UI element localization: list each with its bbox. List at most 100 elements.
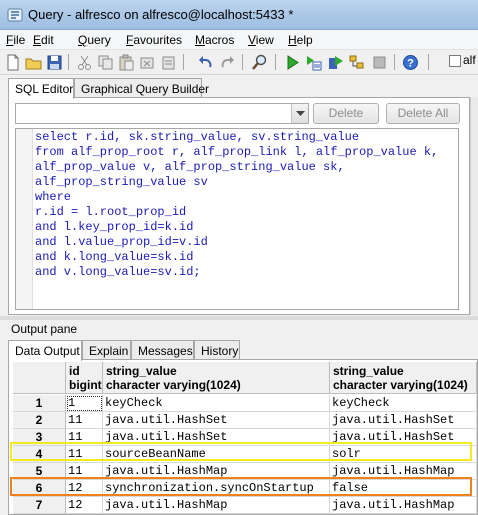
sql-line: and l.key_prop_id=k.id	[35, 220, 194, 234]
cell-value[interactable]: java.util.HashMap	[330, 497, 477, 514]
row-number[interactable]: 6	[13, 480, 66, 497]
cell-id[interactable]: 11	[66, 463, 103, 480]
cell-value[interactable]: java.util.HashSet	[330, 412, 477, 429]
cell-key[interactable]: sourceBeanName	[103, 446, 330, 463]
table-row[interactable]: 5 11 java.util.HashMap java.util.HashMap	[13, 463, 477, 480]
sql-editor-panel: Delete Delete All select r.id, sk.string…	[8, 97, 470, 315]
pane-splitter[interactable]	[0, 316, 478, 320]
row-number[interactable]: 1	[13, 395, 66, 412]
sql-line: and v.long_value=sv.id;	[35, 265, 201, 279]
find-icon[interactable]	[250, 53, 269, 72]
explain-icon[interactable]	[347, 53, 366, 72]
toolbar-separator	[183, 54, 184, 70]
tab-sql-editor[interactable]: SQL Editor	[8, 78, 74, 99]
toolbar-separator	[68, 54, 69, 70]
table-row[interactable]: 2 11 java.util.HashSet java.util.HashSet	[13, 412, 477, 429]
pgadmin-elephant-icon	[7, 8, 23, 22]
clear-history-icon[interactable]	[159, 53, 178, 72]
clear-icon[interactable]	[138, 53, 157, 72]
cell-value[interactable]: solr	[330, 446, 477, 463]
output-pane-label: Output pane	[11, 322, 78, 336]
cell-id[interactable]: 11	[66, 446, 103, 463]
row-number[interactable]: 7	[13, 497, 66, 514]
svg-text:?: ?	[407, 58, 414, 70]
delete-all-button[interactable]: Delete All	[386, 103, 460, 124]
menu-view[interactable]: View	[248, 33, 274, 47]
toolbar-separator	[428, 54, 429, 70]
editor-gutter	[16, 129, 33, 309]
execute-icon[interactable]	[283, 53, 302, 72]
menu-favourites[interactable]: Favourites	[126, 33, 182, 47]
connection-label: alf	[463, 53, 476, 67]
menu-query[interactable]: Query	[78, 33, 111, 47]
row-number[interactable]: 5	[13, 463, 66, 480]
table-row[interactable]: 6 12 synchronization.syncOnStartup false	[13, 480, 477, 497]
tab-messages[interactable]: Messages	[131, 340, 194, 360]
row-number[interactable]: 3	[13, 429, 66, 446]
cell-key[interactable]: keyCheck	[103, 395, 330, 412]
query-history-combo[interactable]	[15, 103, 309, 124]
tab-graphical-query-builder[interactable]: Graphical Query Builder	[74, 78, 209, 98]
table-row[interactable]: 4 11 sourceBeanName solr	[13, 446, 477, 463]
sql-line: alf_prop_value v, alf_prop_string_value …	[35, 160, 345, 174]
cell-value[interactable]: false	[330, 480, 477, 497]
toolbar-separator	[394, 54, 395, 70]
cell-value[interactable]: java.util.HashSet	[330, 429, 477, 446]
sql-line: r.id = l.root_prop_id	[35, 205, 187, 219]
cell-id[interactable]: 1	[66, 395, 103, 412]
table-row[interactable]: 3 11 java.util.HashSet java.util.HashSet	[13, 429, 477, 446]
window-title: Query - alfresco on alfresco@localhost:5…	[28, 7, 294, 22]
cell-key[interactable]: java.util.HashSet	[103, 429, 330, 446]
execute-pgscript-icon[interactable]	[304, 53, 323, 72]
table-row[interactable]: 1 1 keyCheck keyCheck	[13, 395, 477, 412]
grid-corner[interactable]	[13, 362, 66, 394]
menu-bar: File Edit Query Favourites Macros View H…	[0, 30, 478, 50]
title-bar: Query - alfresco on alfresco@localhost:5…	[0, 0, 478, 30]
cell-value[interactable]: java.util.HashMap	[330, 463, 477, 480]
column-header-value[interactable]: string_value character varying(1024)	[330, 362, 477, 394]
column-header-key[interactable]: string_value character varying(1024)	[103, 362, 330, 394]
cell-id[interactable]: 12	[66, 497, 103, 514]
menu-file[interactable]: File	[6, 33, 25, 47]
open-folder-icon[interactable]	[24, 53, 43, 72]
cell-key[interactable]: java.util.HashMap	[103, 497, 330, 514]
cell-id[interactable]: 11	[66, 412, 103, 429]
undo-icon[interactable]	[196, 53, 215, 72]
sql-text-area[interactable]: select r.id, sk.string_value, sv.string_…	[15, 128, 459, 310]
menu-help[interactable]: Help	[288, 33, 313, 47]
sql-line: select r.id, sk.string_value, sv.string_…	[35, 130, 360, 144]
delete-button[interactable]: Delete	[313, 103, 379, 124]
new-file-icon[interactable]	[3, 53, 22, 72]
editor-scrollbar[interactable]	[470, 97, 478, 315]
stop-icon[interactable]	[370, 53, 389, 72]
table-row[interactable]: 7 12 java.util.HashMap java.util.HashMap	[13, 497, 477, 514]
data-output-panel: id bigint string_value character varying…	[8, 359, 478, 515]
toolbar-separator	[242, 54, 243, 70]
toolbar: ?	[0, 50, 478, 75]
copy-icon[interactable]	[96, 53, 115, 72]
sql-line: alf_prop_string_value sv	[35, 175, 208, 189]
cell-id[interactable]: 11	[66, 429, 103, 446]
cell-id[interactable]: 12	[66, 480, 103, 497]
row-number[interactable]: 4	[13, 446, 66, 463]
tab-explain[interactable]: Explain	[82, 340, 131, 360]
menu-edit[interactable]: Edit	[33, 33, 54, 47]
paste-icon[interactable]	[117, 53, 136, 72]
redo-icon[interactable]	[218, 53, 237, 72]
tab-history[interactable]: History	[194, 340, 240, 360]
cell-key[interactable]: synchronization.syncOnStartup	[103, 480, 330, 497]
cell-key[interactable]: java.util.HashMap	[103, 463, 330, 480]
combo-dropdown-button[interactable]	[291, 104, 308, 123]
menu-macros[interactable]: Macros	[195, 33, 234, 47]
tab-data-output[interactable]: Data Output	[8, 340, 82, 361]
connection-checkbox[interactable]	[449, 55, 461, 67]
save-icon[interactable]	[45, 53, 64, 72]
sql-line: from alf_prop_root r, alf_prop_link l, a…	[35, 145, 439, 159]
column-header-id[interactable]: id bigint	[66, 362, 103, 394]
cell-key[interactable]: java.util.HashSet	[103, 412, 330, 429]
cell-value[interactable]: keyCheck	[330, 395, 477, 412]
cut-icon[interactable]	[75, 53, 94, 72]
help-icon[interactable]: ?	[401, 53, 420, 72]
row-number[interactable]: 2	[13, 412, 66, 429]
execute-to-file-icon[interactable]	[326, 53, 345, 72]
